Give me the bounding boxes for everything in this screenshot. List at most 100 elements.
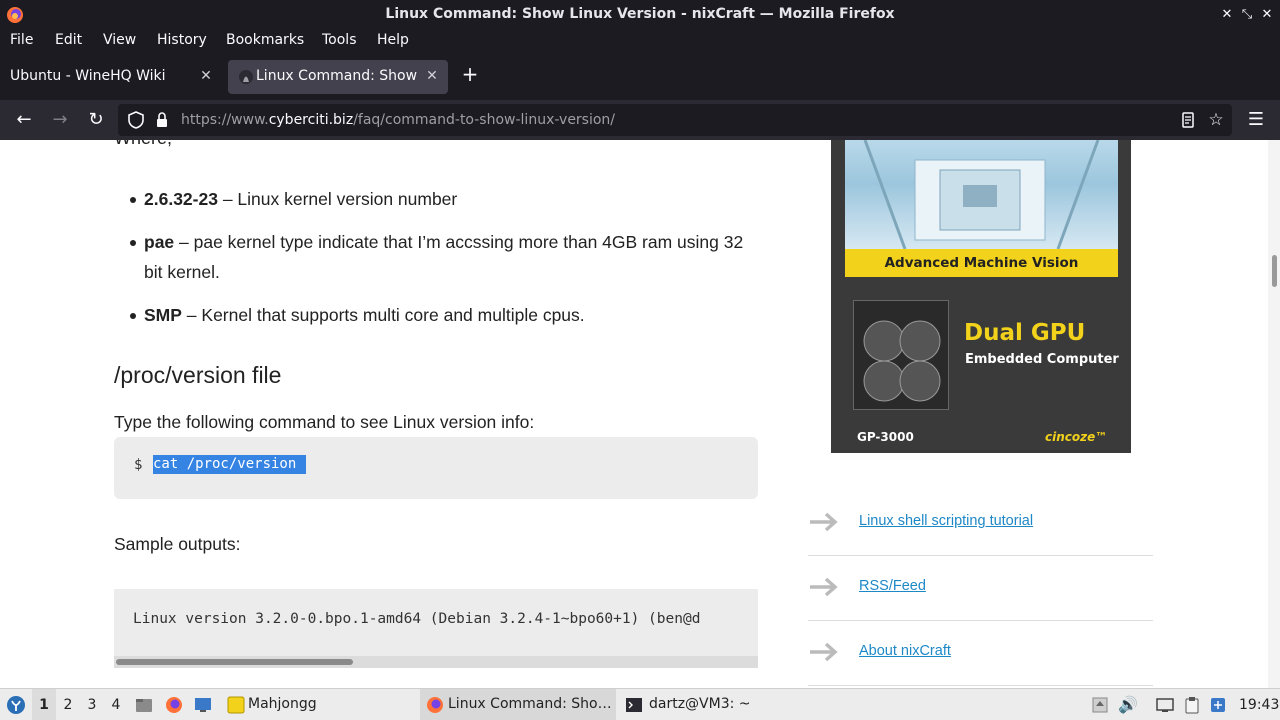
section-heading: /proc/version file <box>114 362 282 388</box>
sidebar-link-item: RSS/Feed <box>808 556 1153 621</box>
list-item: 2.6.32-23 – Linux kernel version number <box>114 184 758 214</box>
workspace-1[interactable]: 1 <box>32 689 56 720</box>
list-item: SMP – Kernel that supports multi core an… <box>114 300 758 330</box>
url-path: /faq/command-to-show-linux-version/ <box>353 112 616 128</box>
shell-prompt: $ <box>134 457 143 473</box>
tray-updates-icon[interactable] <box>1091 696 1109 714</box>
web-content: Where, 2.6.32-23 – Linux kernel version … <box>0 140 1280 688</box>
tab-strip: Ubuntu - WineHQ Wiki ✕ Linux Command: Sh… <box>0 54 1280 100</box>
definition-desc: – Kernel that supports multi core and mu… <box>181 305 585 325</box>
sidebar-link-item: Linux shell scripting tutorial <box>808 491 1153 556</box>
desktop-icon[interactable] <box>194 696 212 714</box>
computer-product-image <box>853 300 949 410</box>
task-label: Mahjongg <box>248 696 317 712</box>
close-tab-icon[interactable]: ✕ <box>196 66 216 86</box>
horizontal-scrollbar[interactable] <box>114 656 758 668</box>
task-mahjongg[interactable]: Mahjongg <box>224 689 414 720</box>
file-manager-icon[interactable] <box>135 696 153 714</box>
url-text[interactable]: https://www.cyberciti.biz/faq/command-to… <box>181 112 615 128</box>
workspace-4[interactable]: 4 <box>104 689 128 720</box>
menu-tools[interactable]: Tools <box>322 32 357 48</box>
taskbar: 1 2 3 4 Mahjongg Linux Command: Sho… dar… <box>0 688 1280 720</box>
menu-view[interactable]: View <box>103 32 136 48</box>
clock[interactable]: 19:43 <box>1239 689 1279 720</box>
ad-subline: Embedded Computer <box>965 352 1119 367</box>
menu-bar: File Edit View History Bookmarks Tools H… <box>0 30 1280 54</box>
fan-graphic <box>863 320 941 402</box>
display-icon[interactable] <box>1156 696 1174 714</box>
task-firefox[interactable]: Linux Command: Sho… <box>420 689 616 720</box>
scrollbar-thumb[interactable] <box>1272 255 1277 287</box>
clipboard-icon[interactable] <box>1183 696 1201 714</box>
volume-icon[interactable]: 🔊 <box>1118 689 1138 720</box>
task-terminal[interactable]: dartz@VM3: ~ <box>622 689 802 720</box>
link-rss-feed[interactable]: RSS/Feed <box>859 578 926 594</box>
close-tab-icon[interactable]: ✕ <box>422 66 442 86</box>
terminal-icon <box>626 698 642 712</box>
link-shell-scripting[interactable]: Linux shell scripting tutorial <box>859 513 1033 529</box>
arrow-right-icon <box>810 512 838 532</box>
url-prefix: https://www. <box>181 112 269 128</box>
reload-icon[interactable]: ↻ <box>84 108 108 132</box>
tab-label: Linux Command: Show Linux Version - nixC… <box>256 68 420 84</box>
menu-help[interactable]: Help <box>377 32 409 48</box>
new-tab-icon[interactable]: + <box>458 62 482 86</box>
definition-desc: – Linux kernel version number <box>217 189 458 209</box>
nav-toolbar: ← → ↻ https://www.cyberciti.biz/faq/comm… <box>0 100 1280 140</box>
definition-list: 2.6.32-23 – Linux kernel version number … <box>114 184 758 343</box>
ad-headline: Dual GPU <box>964 320 1086 346</box>
cut-off-text: Where, <box>114 140 172 149</box>
task-label: dartz@VM3: ~ <box>649 696 751 712</box>
arrow-right-icon <box>810 642 838 662</box>
lead-paragraph: Type the following command to see Linux … <box>114 412 535 432</box>
firefox-launcher-icon[interactable] <box>165 696 183 714</box>
workspace-2[interactable]: 2 <box>56 689 80 720</box>
reader-view-icon[interactable] <box>1178 110 1198 130</box>
minimize-icon[interactable]: ✕ <box>1217 6 1237 24</box>
definition-term: SMP <box>144 305 182 325</box>
scrollbar-thumb[interactable] <box>116 659 353 665</box>
definition-desc: – pae kernel type indicate that I’m accs… <box>144 232 744 282</box>
definition-term: 2.6.32-23 <box>144 189 218 209</box>
app-launcher-icon[interactable] <box>6 695 26 715</box>
url-domain: cyberciti.biz <box>268 112 354 128</box>
shield-icon[interactable] <box>126 110 146 130</box>
ad-machine-image <box>845 140 1118 250</box>
menu-bookmarks[interactable]: Bookmarks <box>226 32 304 48</box>
back-icon[interactable]: ← <box>12 108 36 132</box>
bookmark-star-icon[interactable]: ☆ <box>1206 110 1226 130</box>
lock-icon[interactable] <box>152 110 172 130</box>
nixcraft-favicon-icon <box>239 70 253 84</box>
window-title: Linux Command: Show Linux Version - nixC… <box>385 6 895 22</box>
menu-edit[interactable]: Edit <box>55 32 82 48</box>
output-text: Linux version 3.2.0-0.bpo.1-amd64 (Debia… <box>133 611 701 627</box>
arrow-right-icon <box>810 577 838 597</box>
link-about-nixcraft[interactable]: About nixCraft <box>859 643 951 659</box>
advertisement[interactable]: Advanced Machine Vision Dual GPU Embedde… <box>831 140 1131 453</box>
restore-icon[interactable]: ⤡ <box>1237 6 1257 24</box>
sidebar-link-item: About nixCraft <box>808 621 1153 686</box>
output-code-block[interactable]: Linux version 3.2.0-0.bpo.1-amd64 (Debia… <box>114 589 758 668</box>
close-window-icon[interactable]: ✕ <box>1257 6 1277 24</box>
firefox-icon <box>427 697 443 713</box>
forward-icon[interactable]: → <box>48 108 72 132</box>
app-menu-icon[interactable]: ☰ <box>1244 108 1268 132</box>
selected-command[interactable]: cat /proc/version <box>153 455 307 474</box>
vertical-scrollbar[interactable] <box>1268 140 1280 688</box>
mahjongg-icon <box>227 696 245 714</box>
sample-outputs-label: Sample outputs: <box>114 534 241 554</box>
command-code-block[interactable]: $ cat /proc/version <box>114 437 758 499</box>
conveyor-graphic <box>863 140 1100 250</box>
url-bar[interactable]: https://www.cyberciti.biz/faq/command-to… <box>118 104 1232 136</box>
menu-history[interactable]: History <box>157 32 207 48</box>
list-item: pae – pae kernel type indicate that I’m … <box>114 227 758 287</box>
ad-model: GP-3000 <box>857 430 914 444</box>
tab-winehq[interactable]: Ubuntu - WineHQ Wiki ✕ <box>0 60 222 94</box>
tab-label: Ubuntu - WineHQ Wiki <box>10 68 166 84</box>
workspace-3[interactable]: 3 <box>80 689 104 720</box>
ad-banner: Advanced Machine Vision <box>845 249 1118 277</box>
network-icon[interactable] <box>1209 696 1227 714</box>
ad-brand-logo: cincoze™ <box>1045 430 1108 444</box>
tab-nixcraft[interactable]: Linux Command: Show Linux Version - nixC… <box>228 60 448 94</box>
menu-file[interactable]: File <box>10 32 33 48</box>
